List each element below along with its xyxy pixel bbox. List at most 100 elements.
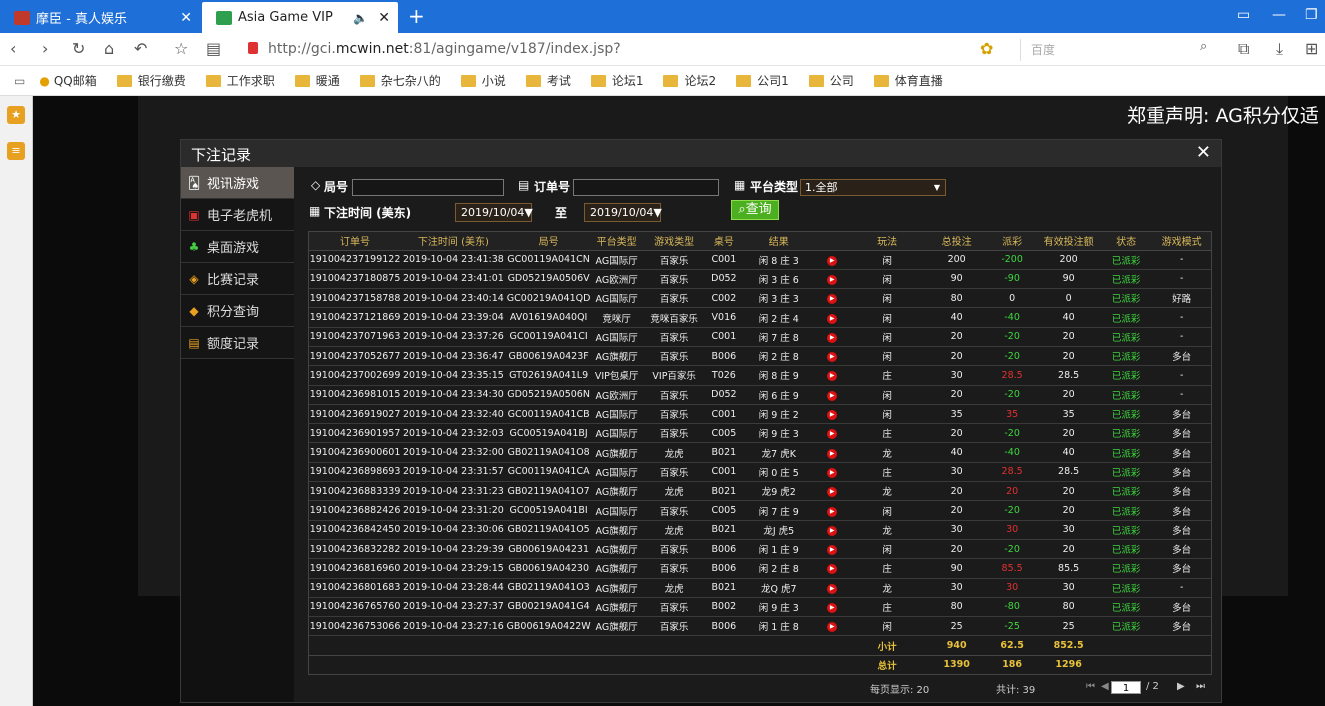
menu-credit-records[interactable]: ▤ 额度记录 xyxy=(181,327,294,359)
play-icon[interactable]: ▶ xyxy=(827,313,838,324)
bookmark-folder[interactable]: 考试 xyxy=(525,72,571,89)
next-page-icon[interactable]: ▶ xyxy=(1177,681,1185,692)
bookmark-folder[interactable]: 体育直播 xyxy=(873,72,943,89)
star-icon[interactable]: ☆ xyxy=(174,39,188,58)
summary-cell xyxy=(1100,635,1153,656)
table-cell: - xyxy=(1152,269,1211,290)
play-icon[interactable]: ▶ xyxy=(827,467,838,478)
page-input[interactable]: 1 xyxy=(1111,681,1141,694)
table-row: 191004236801683 2019-10-04 23:28:44 GB0211… xyxy=(309,578,1211,598)
play-icon[interactable]: ▶ xyxy=(827,294,838,305)
menu-label: 积分查询 xyxy=(207,305,260,320)
menu-slots[interactable]: ▣ 电子老虎机 xyxy=(181,199,294,231)
play-icon[interactable]: ▶ xyxy=(827,583,838,594)
menu-match-records[interactable]: ◈ 比赛记录 xyxy=(181,263,294,295)
search-input[interactable]: 百度 xyxy=(1020,39,1220,61)
close-icon[interactable]: ✕ xyxy=(378,10,390,26)
sidebar-toggle-icon[interactable]: ▭ xyxy=(14,74,25,88)
forward-icon[interactable]: › xyxy=(42,39,48,58)
speaker-icon[interactable]: 🔈 xyxy=(353,11,368,25)
table-cell: 已派彩 xyxy=(1100,520,1153,540)
round-input[interactable] xyxy=(352,179,504,196)
reader-icon[interactable]: ▤ xyxy=(206,39,221,58)
order-input[interactable] xyxy=(573,179,719,196)
screenshot-icon[interactable]: ⧉ xyxy=(1238,39,1249,59)
table-cell: GC00519A041BI xyxy=(505,500,592,521)
table-cell: 闲 xyxy=(847,346,927,367)
play-icon[interactable]: ▶ xyxy=(827,390,838,401)
bookmark-folder[interactable]: 银行缴费 xyxy=(116,72,186,89)
new-tab-icon[interactable]: + xyxy=(408,4,425,28)
extension-icon[interactable]: ✿ xyxy=(980,39,993,58)
bookmark-folder[interactable]: 论坛1 xyxy=(590,72,643,89)
play-video-cell: ▶ xyxy=(816,404,848,425)
menu-table-games[interactable]: ♣ 桌面游戏 xyxy=(181,231,294,263)
table-cell: 0 xyxy=(1037,288,1100,309)
table-cell: -40 xyxy=(987,442,1038,463)
bookmark-folder[interactable]: 暖通 xyxy=(294,72,340,89)
play-icon[interactable]: ▶ xyxy=(827,487,838,498)
play-icon[interactable]: ▶ xyxy=(827,564,838,575)
date-from-select[interactable]: 2019/10/04▼ xyxy=(455,203,533,222)
url-field[interactable]: http://gci.mcwin.net:81/agingame/v187/in… xyxy=(268,41,621,57)
date-to-select[interactable]: 2019/10/04▼ xyxy=(584,203,662,222)
play-icon[interactable]: ▶ xyxy=(827,255,838,266)
play-icon[interactable]: ▶ xyxy=(827,410,838,421)
tab-mochen[interactable]: 摩臣 - 真人娱乐 ✕ xyxy=(0,2,200,33)
reload-icon[interactable]: ↻ xyxy=(72,39,85,58)
query-button[interactable]: ⌕查询 xyxy=(731,200,779,220)
apps-icon[interactable]: ⊞ xyxy=(1305,39,1318,58)
download-icon[interactable]: ⤓ xyxy=(1276,39,1283,59)
tab-label: Asia Game VIP xyxy=(238,10,333,25)
bookmark-label: 考试 xyxy=(546,74,571,88)
tab-asia-game[interactable]: Asia Game VIP 🔈 ✕ xyxy=(202,2,398,33)
table-cell: 已派彩 xyxy=(1100,539,1153,560)
bookmark-folder[interactable]: 公司 xyxy=(808,72,854,89)
close-icon[interactable]: ✕ xyxy=(1196,142,1211,163)
restore-icon[interactable]: ❐ xyxy=(1305,7,1318,23)
record-panel: ◇ 局号 ▤ 订单号 ▦ 平台类型 1.全部 ▼ ▦ 下注时间 (美东) 2019… xyxy=(294,167,1221,702)
menu-points[interactable]: ◆ 积分查询 xyxy=(181,295,294,327)
table-cell: 已派彩 xyxy=(1100,481,1153,502)
bookmark-qqmail[interactable]: ● QQ邮箱 xyxy=(39,72,96,89)
play-icon[interactable]: ▶ xyxy=(827,332,838,343)
play-icon[interactable]: ▶ xyxy=(827,371,838,382)
close-icon[interactable]: ✕ xyxy=(180,10,192,26)
table-cell: 2019-10-04 23:31:20 xyxy=(401,500,506,521)
table-cell: C002 xyxy=(706,288,742,309)
first-page-icon[interactable]: ⏮ xyxy=(1086,681,1095,692)
play-icon[interactable]: ▶ xyxy=(827,506,838,517)
play-icon[interactable]: ▶ xyxy=(827,352,838,363)
bookmark-folder[interactable]: 小说 xyxy=(460,72,506,89)
table-cell: B006 xyxy=(706,539,742,560)
search-icon[interactable]: ⌕ xyxy=(1200,39,1207,54)
total-row: 总计 1390 186 1296 xyxy=(309,655,1211,676)
table-cell: 已派彩 xyxy=(1100,558,1153,579)
play-icon[interactable]: ▶ xyxy=(827,525,838,536)
play-icon[interactable]: ▶ xyxy=(827,602,838,613)
table-cell: GC00119A041CI xyxy=(505,327,592,347)
undo-icon[interactable]: ↶ xyxy=(134,39,147,58)
play-icon[interactable]: ▶ xyxy=(827,622,838,633)
summary-cell xyxy=(706,655,742,676)
window-tile-icon[interactable]: ▭ xyxy=(1237,7,1250,23)
last-page-icon[interactable]: ⏭ xyxy=(1196,681,1205,692)
table-cell: 已派彩 xyxy=(1100,500,1153,521)
platform-select[interactable]: 1.全部 ▼ xyxy=(800,179,946,196)
menu-live-games[interactable]: 🂡 视讯游戏 xyxy=(181,167,301,199)
bookmark-folder[interactable]: 杂七杂八的 xyxy=(359,72,441,89)
minimize-icon[interactable]: — xyxy=(1272,7,1286,23)
play-icon[interactable]: ▶ xyxy=(827,448,838,459)
home-icon[interactable]: ⌂ xyxy=(104,39,114,58)
bookmark-folder[interactable]: 工作求职 xyxy=(205,72,275,89)
notes-icon[interactable]: ≡ xyxy=(7,142,25,160)
play-icon[interactable]: ▶ xyxy=(827,545,838,556)
bookmark-folder[interactable]: 论坛2 xyxy=(663,72,716,89)
prev-page-icon[interactable]: ◀ xyxy=(1101,681,1109,692)
back-icon[interactable]: ‹ xyxy=(10,39,16,58)
bookmark-folder[interactable]: 公司1 xyxy=(736,72,789,89)
play-icon[interactable]: ▶ xyxy=(827,274,838,285)
play-icon[interactable]: ▶ xyxy=(827,429,838,440)
table-cell: 2019-10-04 23:29:15 xyxy=(401,558,506,579)
favorites-star-icon[interactable]: ★ xyxy=(7,106,25,124)
